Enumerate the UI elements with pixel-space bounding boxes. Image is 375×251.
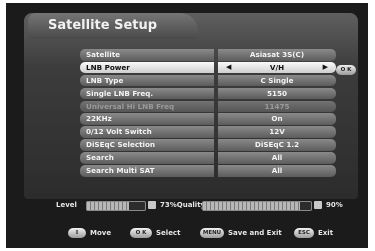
row-value: Asiasat 3S(C) — [218, 49, 336, 61]
menu-key[interactable]: MENU — [200, 228, 224, 238]
row-value: C Single — [218, 74, 336, 87]
signal-status: Level 73%Quality 90% — [36, 199, 356, 213]
row-label: DiSEqC Selection — [80, 139, 214, 151]
quality-bar — [202, 201, 312, 211]
ok-key[interactable]: O K — [130, 228, 152, 238]
left-arrow-icon[interactable]: ◀ — [226, 62, 231, 74]
row-satellite[interactable]: Satellite Asiasat 3S(C) — [80, 49, 336, 61]
row-value: 5150 — [218, 87, 336, 100]
row-value: On — [218, 113, 336, 125]
row-value: 11475 — [218, 100, 336, 113]
row-lnb-power[interactable]: LNB Power ◀ V/H ▶ — [80, 61, 336, 74]
row-012-volt-switch[interactable]: 0/12 Volt Switch 12V — [80, 126, 336, 138]
row-label: LNB Power — [80, 61, 214, 74]
level-marker-icon — [148, 201, 156, 209]
ok-button[interactable]: O K — [336, 65, 356, 75]
row-value: All — [218, 152, 336, 164]
help-select: Select — [156, 229, 181, 237]
row-label: 0/12 Volt Switch — [80, 126, 214, 138]
row-label: Universal Hi LNB Freq — [80, 100, 214, 113]
row-value: All — [218, 165, 336, 177]
row-search[interactable]: Search All — [80, 152, 336, 164]
row-label: Search — [80, 152, 214, 164]
row-label: Single LNB Freq. — [80, 87, 214, 100]
row-value: DiSEqC 1.2 — [218, 139, 336, 151]
quality-marker-icon — [314, 201, 322, 209]
tv-screen: Satellite Setup Satellite Asiasat 3S(C) … — [6, 3, 368, 248]
quality-value: 90% — [326, 201, 343, 209]
help-exit: Exit — [318, 229, 334, 237]
row-diseqc-selection[interactable]: DiSEqC Selection DiSEqC 1.2 — [80, 139, 336, 151]
row-lnb-type[interactable]: LNB Type C Single — [80, 74, 336, 87]
row-universal-hi-lnb-freq: Universal Hi LNB Freq 11475 — [80, 100, 336, 113]
help-bar: ⇕ Move O K Select MENU Save and Exit ESC… — [68, 227, 368, 239]
row-label: LNB Type — [80, 74, 214, 87]
row-label: Search Multi SAT — [80, 165, 214, 177]
move-key-icon[interactable]: ⇕ — [68, 228, 86, 238]
level-bar — [86, 201, 146, 211]
level-bar-fill — [87, 202, 130, 210]
row-value: 12V — [218, 126, 336, 138]
page-title: Satellite Setup — [48, 18, 158, 33]
help-move: Move — [90, 229, 112, 237]
row-value: ◀ V/H ▶ — [218, 61, 336, 74]
row-search-multi-sat[interactable]: Search Multi SAT All — [80, 165, 336, 177]
row-label: 22KHz — [80, 113, 214, 125]
row-22khz[interactable]: 22KHz On — [80, 113, 336, 125]
level-label: Level — [56, 201, 77, 209]
row-value-text: V/H — [269, 62, 285, 72]
settings-list: Satellite Asiasat 3S(C) LNB Power ◀ V/H … — [80, 49, 336, 178]
quality-label: 73%Quality — [160, 201, 206, 209]
help-save-exit: Save and Exit — [228, 229, 282, 237]
right-arrow-icon[interactable]: ▶ — [323, 62, 328, 74]
esc-key[interactable]: ESC — [294, 228, 314, 238]
row-single-lnb-freq[interactable]: Single LNB Freq. 5150 — [80, 87, 336, 100]
quality-bar-fill — [203, 202, 301, 210]
row-label: Satellite — [80, 49, 214, 61]
